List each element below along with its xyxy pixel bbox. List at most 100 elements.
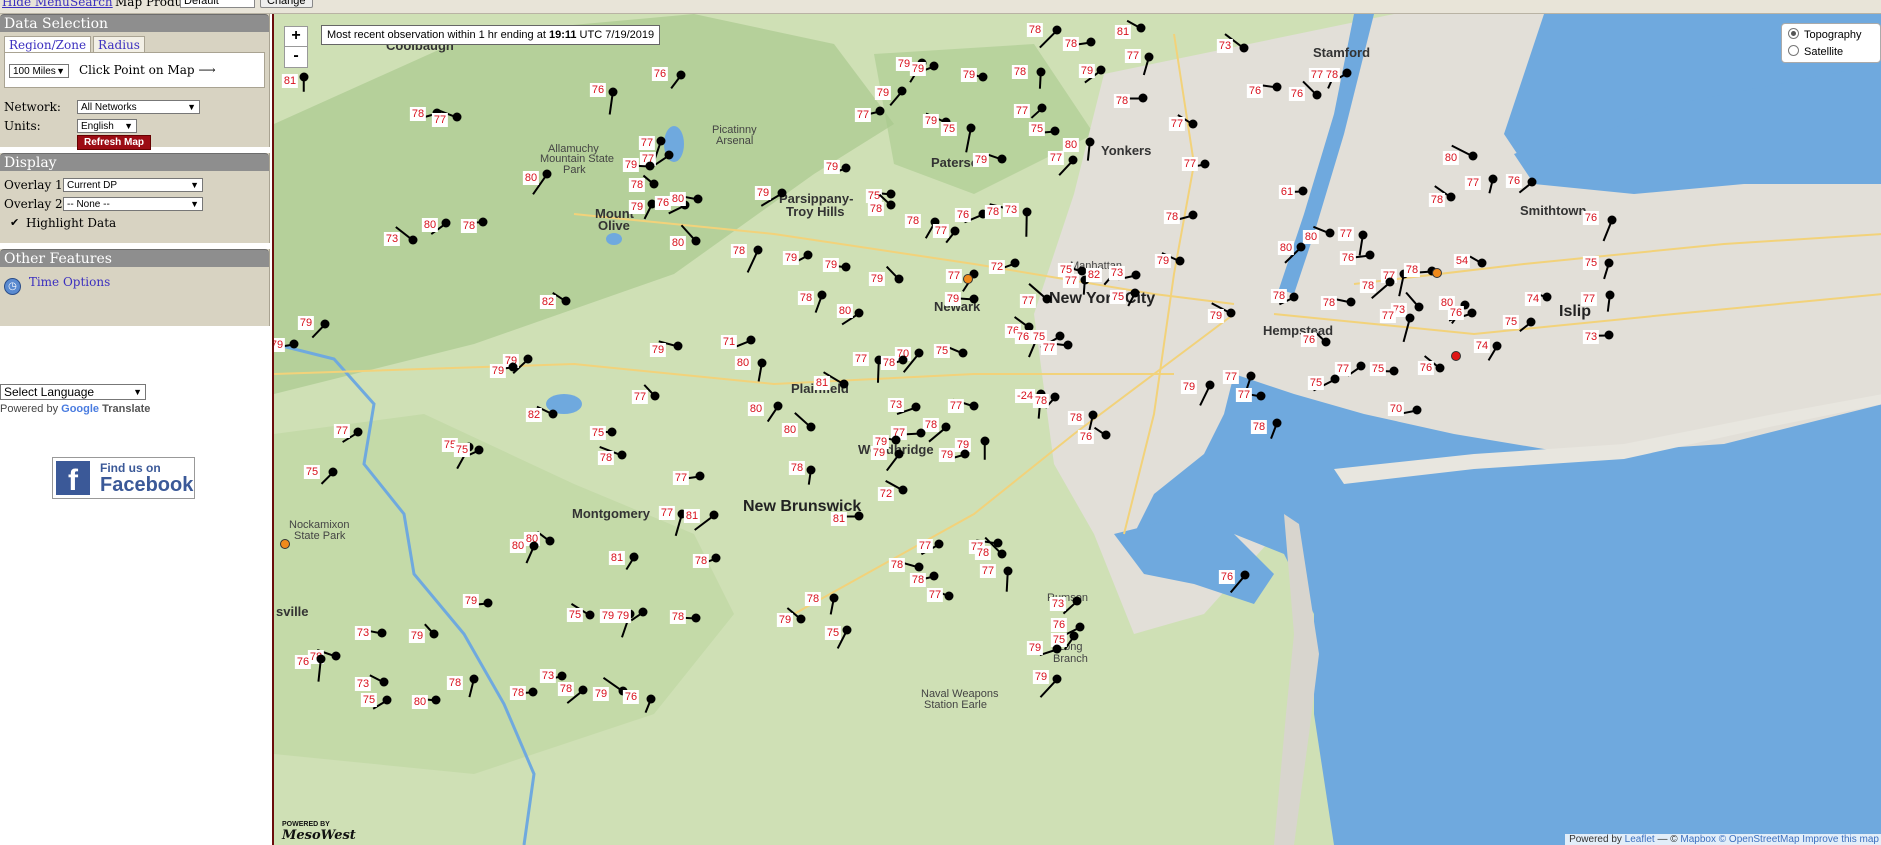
station-marker[interactable] [806,422,816,432]
station-marker[interactable] [1130,288,1140,298]
station-marker[interactable] [1052,674,1062,684]
station-value-label[interactable]: 78 [307,650,325,664]
station-value-label[interactable]: 78 [804,592,822,606]
network-select[interactable]: All Networks ▼ [77,100,200,114]
station-marker[interactable] [854,511,864,521]
station-marker[interactable] [1136,23,1146,33]
station-value-label[interactable]: 70 [894,347,912,361]
station-marker[interactable] [585,610,595,620]
station-value-label[interactable]: 79 [922,114,940,128]
station-value-label[interactable]: 76 [294,655,312,669]
station-marker[interactable] [929,571,939,581]
station-value-label[interactable]: 79 [822,258,840,272]
station-value-label[interactable]: 77 [1181,157,1199,171]
station-marker[interactable] [1055,331,1065,341]
station-value-label[interactable]: 75 [940,122,958,136]
station-marker[interactable] [993,538,1003,548]
station-value-label[interactable]: 75 [303,465,321,479]
station-marker[interactable] [1289,292,1299,302]
station-value-label[interactable]: 79 [895,57,913,71]
station-marker[interactable] [677,509,687,519]
station-value-label[interactable]: 79 [782,251,800,265]
station-value-label[interactable]: 77 [1337,227,1355,241]
station-value-label[interactable]: 76 [1505,174,1523,188]
station-value-label[interactable]: 78 [597,451,615,465]
station-marker[interactable] [1188,210,1198,220]
improve-map-link[interactable]: Improve this map [1802,834,1879,845]
station-value-label[interactable]: 80 [836,304,854,318]
station-marker[interactable] [607,427,617,437]
station-value-label[interactable]: 80 [421,218,439,232]
station-value-label[interactable]: 77 [333,424,351,438]
station-marker[interactable] [1052,25,1062,35]
station-value-label[interactable]: 78 [974,546,992,560]
station-marker[interactable] [289,339,299,349]
station-marker[interactable] [691,613,701,623]
station-value-label[interactable]: 77 [1235,388,1253,402]
station-marker[interactable] [929,61,939,71]
station-value-label[interactable]: 77 [1168,117,1186,131]
station-value-label[interactable]: 78 [984,205,1002,219]
station-marker[interactable] [578,685,588,695]
station-marker[interactable] [1435,363,1445,373]
station-marker[interactable] [1010,258,1020,268]
station-marker[interactable] [1205,380,1215,390]
select-language-dropdown[interactable]: Select Language ▼ [0,384,146,400]
station-value-label[interactable]: 78 [888,558,906,572]
station-marker[interactable] [1325,228,1335,238]
station-value-label[interactable]: 78 [1323,68,1341,82]
station-value-label[interactable]: 79 [599,609,617,623]
search-link[interactable]: Search [70,0,113,9]
station-marker[interactable] [980,436,990,446]
station-value-label[interactable]: 78 [1067,411,1085,425]
station-value-label[interactable]: 77 [968,540,986,554]
station-marker[interactable] [1492,341,1502,351]
station-marker[interactable] [1542,292,1552,302]
station-marker[interactable] [1075,622,1085,632]
station-value-label[interactable]: 79 [649,343,667,357]
station-value-label[interactable]: 77 [1379,309,1397,323]
station-value-label[interactable]: 74 [1473,339,1491,353]
station-marker[interactable] [649,179,659,189]
station-marker[interactable] [478,217,488,227]
overlay1-select[interactable]: Current DP ▼ [63,178,203,192]
station-marker[interactable] [1607,215,1617,225]
facebook-badge[interactable]: f Find us on Facebook [52,457,195,499]
station-marker[interactable] [773,401,783,411]
station-value-label[interactable]: 79 [776,613,794,627]
station-marker[interactable] [331,651,341,661]
station-marker[interactable] [841,163,851,173]
station-value-label[interactable]: 80 [1442,151,1460,165]
station-value-label[interactable]: 77 [979,564,997,578]
station-marker[interactable] [617,450,627,460]
station-marker[interactable] [1246,371,1256,381]
station-marker[interactable] [886,200,896,210]
station-marker[interactable] [1389,366,1399,376]
station-marker[interactable] [542,169,552,179]
units-select[interactable]: English ▼ [77,119,137,133]
station-value-label[interactable]: 73 [354,626,372,640]
station-marker[interactable] [548,409,558,419]
station-marker[interactable] [854,308,864,318]
station-marker[interactable] [1272,418,1282,428]
station-marker[interactable] [1110,267,1120,277]
station-value-label[interactable]: 81 [830,512,848,526]
station-value-label[interactable]: 78 [922,418,940,432]
station-value-label[interactable]: 78 [730,244,748,258]
station-marker[interactable] [875,106,885,116]
station-marker[interactable] [528,687,538,697]
station-marker[interactable] [638,607,648,617]
station-value-label[interactable]: 75 [566,608,584,622]
station-marker[interactable] [978,72,988,82]
station-marker[interactable] [693,194,703,204]
station-value-label[interactable]: 79 [870,446,888,460]
station-marker[interactable] [1063,340,1073,350]
station-marker[interactable] [1412,405,1422,415]
station-marker[interactable] [656,136,666,146]
station-marker[interactable] [1024,322,1034,332]
station-value-label[interactable]: 75 [1369,362,1387,376]
station-marker[interactable] [1604,258,1614,268]
station-marker[interactable] [664,150,674,160]
station-value-label[interactable]: 79 [1026,641,1044,655]
station-value-label[interactable]: 79 [462,594,480,608]
